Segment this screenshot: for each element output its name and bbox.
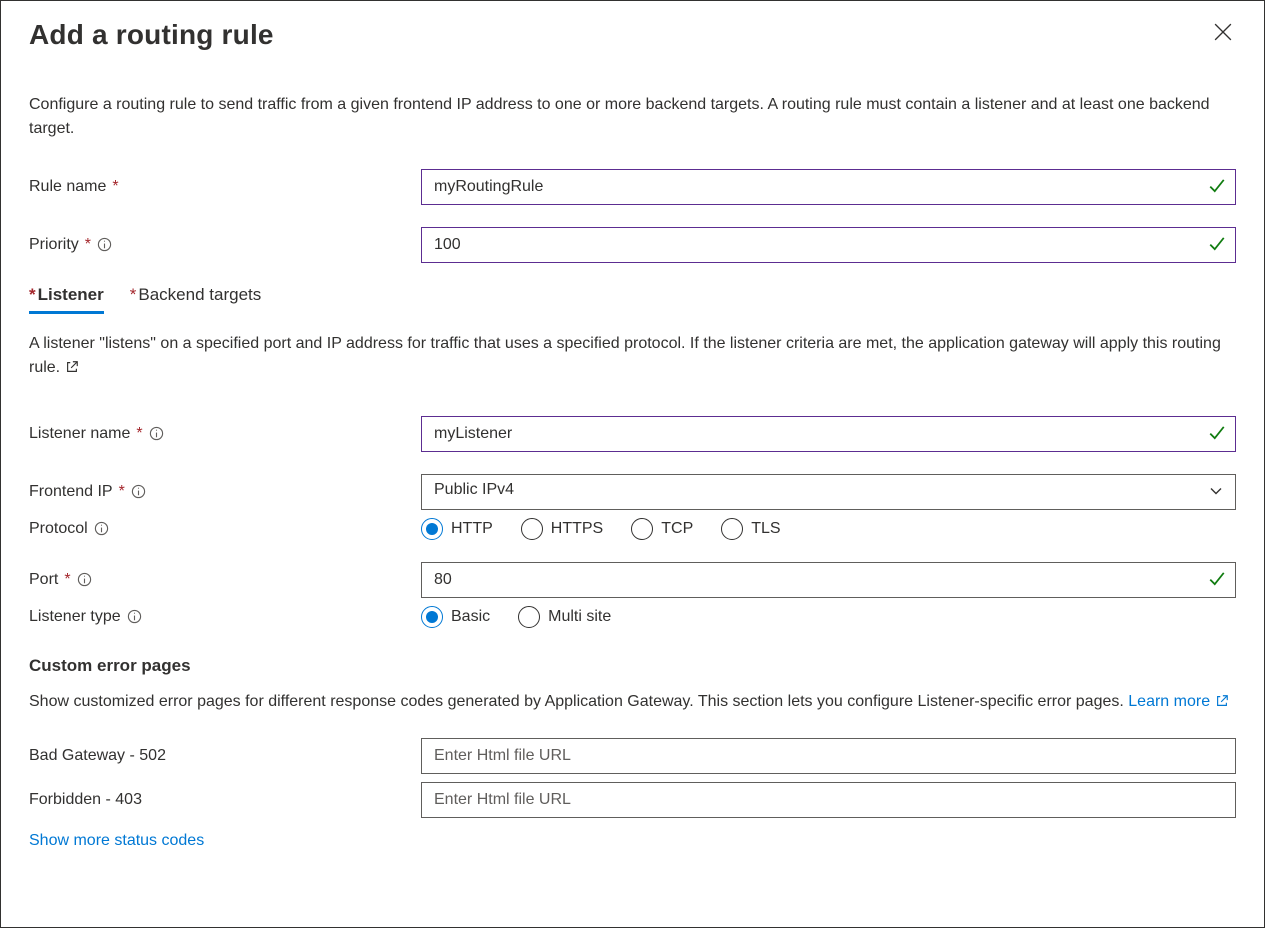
rule-name-input[interactable] xyxy=(421,169,1236,205)
tab-backend-targets[interactable]: *Backend targets xyxy=(130,285,261,314)
info-icon[interactable] xyxy=(77,572,93,588)
info-icon[interactable] xyxy=(149,426,165,442)
port-label-text: Port xyxy=(29,571,58,589)
protocol-label: Protocol xyxy=(29,520,421,538)
learn-more-link[interactable]: Learn more xyxy=(1128,693,1228,710)
listener-type-label-text: Listener type xyxy=(29,608,121,626)
show-more-status-codes-link[interactable]: Show more status codes xyxy=(29,832,204,850)
learn-more-text: Learn more xyxy=(1128,693,1210,710)
external-link-icon[interactable] xyxy=(65,360,79,374)
required-star: * xyxy=(136,425,142,443)
required-star: * xyxy=(112,178,118,196)
tab-listener-label: Listener xyxy=(38,285,104,304)
protocol-http-label: HTTP xyxy=(451,520,493,538)
listener-type-basic-radio[interactable]: Basic xyxy=(421,606,490,628)
listener-type-radio-group: Basic Multi site xyxy=(421,606,611,628)
custom-error-desc-text: Show customized error pages for differen… xyxy=(29,693,1128,710)
bad-gateway-label: Bad Gateway - 502 xyxy=(29,747,421,765)
close-icon xyxy=(1214,28,1232,44)
protocol-radio-group: HTTP HTTPS TCP TLS xyxy=(421,518,781,540)
protocol-https-label: HTTPS xyxy=(551,520,603,538)
custom-error-desc: Show customized error pages for differen… xyxy=(29,690,1236,714)
port-label: Port * xyxy=(29,571,421,589)
listener-type-multi-label: Multi site xyxy=(548,608,611,626)
listener-name-input[interactable] xyxy=(421,416,1236,452)
listener-description: A listener "listens" on a specified port… xyxy=(29,332,1236,380)
bad-gateway-input[interactable] xyxy=(421,738,1236,774)
protocol-http-radio[interactable]: HTTP xyxy=(421,518,493,540)
listener-name-label: Listener name * xyxy=(29,425,421,443)
listener-type-multi-radio[interactable]: Multi site xyxy=(518,606,611,628)
rule-name-label: Rule name * xyxy=(29,178,421,196)
priority-input[interactable] xyxy=(421,227,1236,263)
protocol-tcp-radio[interactable]: TCP xyxy=(631,518,693,540)
priority-label: Priority * xyxy=(29,236,421,254)
tab-backend-label: Backend targets xyxy=(138,285,261,304)
forbidden-label: Forbidden - 403 xyxy=(29,791,421,809)
required-star: * xyxy=(85,236,91,254)
frontend-ip-label-text: Frontend IP xyxy=(29,483,113,501)
port-input[interactable] xyxy=(421,562,1236,598)
required-star: * xyxy=(64,571,70,589)
listener-type-label: Listener type xyxy=(29,608,421,626)
protocol-https-radio[interactable]: HTTPS xyxy=(521,518,603,540)
priority-label-text: Priority xyxy=(29,236,79,254)
panel-title: Add a routing rule xyxy=(29,19,274,51)
listener-type-basic-label: Basic xyxy=(451,608,490,626)
required-star: * xyxy=(119,483,125,501)
protocol-label-text: Protocol xyxy=(29,520,88,538)
listener-description-text: A listener "listens" on a specified port… xyxy=(29,335,1221,376)
info-icon[interactable] xyxy=(131,484,147,500)
info-icon[interactable] xyxy=(94,521,110,537)
required-star: * xyxy=(130,285,137,304)
forbidden-input[interactable] xyxy=(421,782,1236,818)
frontend-ip-label: Frontend IP * xyxy=(29,483,421,501)
panel-description: Configure a routing rule to send traffic… xyxy=(29,93,1236,141)
tabs: *Listener *Backend targets xyxy=(29,285,1236,314)
custom-error-header: Custom error pages xyxy=(29,656,1236,676)
info-icon[interactable] xyxy=(127,609,143,625)
frontend-ip-select[interactable]: Public IPv4 xyxy=(421,474,1236,510)
info-icon[interactable] xyxy=(97,237,113,253)
rule-name-label-text: Rule name xyxy=(29,178,106,196)
listener-name-label-text: Listener name xyxy=(29,425,130,443)
tab-listener[interactable]: *Listener xyxy=(29,285,104,314)
protocol-tls-radio[interactable]: TLS xyxy=(721,518,780,540)
protocol-tcp-label: TCP xyxy=(661,520,693,538)
close-button[interactable] xyxy=(1210,19,1236,48)
external-link-icon xyxy=(1215,694,1229,708)
protocol-tls-label: TLS xyxy=(751,520,780,538)
required-star: * xyxy=(29,285,36,304)
